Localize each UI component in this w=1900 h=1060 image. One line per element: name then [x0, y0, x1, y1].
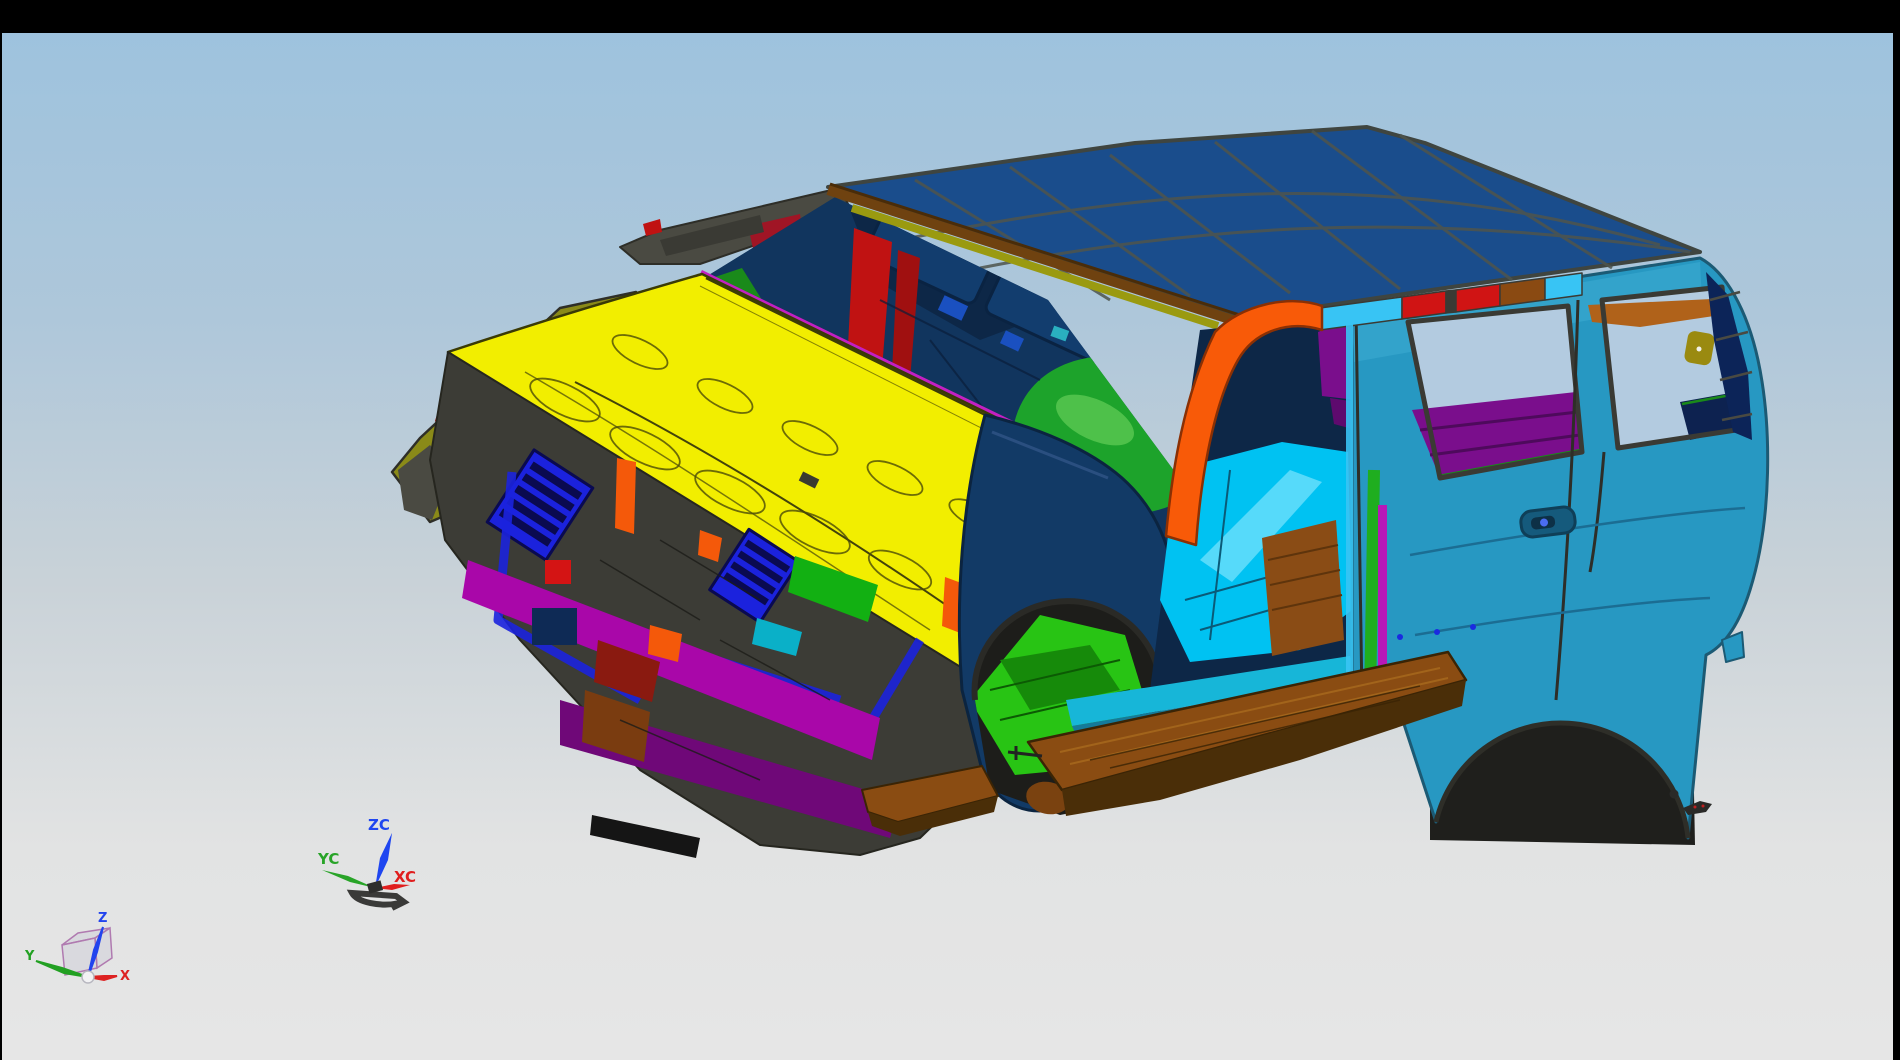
wcs-z-label: ZC: [368, 816, 390, 834]
wcs-x-label: XC: [394, 868, 416, 886]
floor-tunnel: [1262, 520, 1344, 656]
view-y-label: Y: [24, 949, 35, 964]
cad-application-window: ZC YC XC Z Y X: [0, 0, 1900, 1060]
view-x-label: X: [120, 969, 130, 984]
left-black-bar: [0, 0, 2, 1060]
right-black-bar: [1893, 0, 1900, 1060]
door-handle[interactable]: [1520, 506, 1577, 538]
top-black-bar: [0, 0, 1900, 33]
rear-door-window[interactable]: [1408, 306, 1582, 478]
triad-origin-sphere: [82, 971, 94, 983]
view-z-label: Z: [98, 911, 107, 926]
wcs-y-label: YC: [317, 850, 339, 868]
cad-viewport[interactable]: ZC YC XC Z Y X: [0, 0, 1900, 1060]
